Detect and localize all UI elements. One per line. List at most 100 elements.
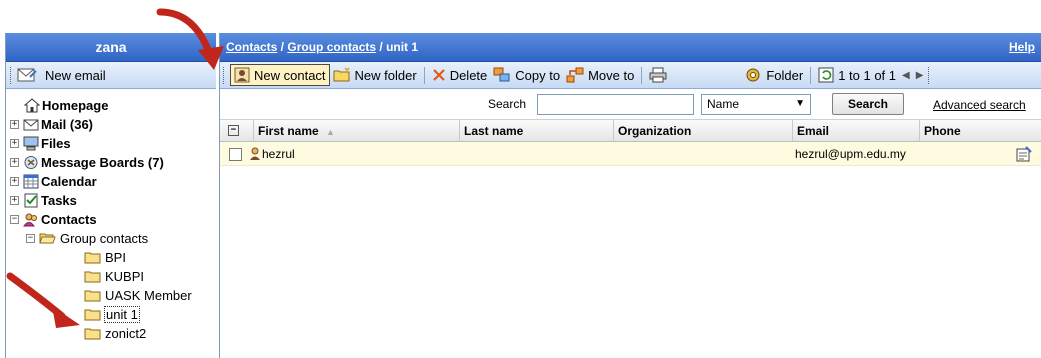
folder-button[interactable]: Folder <box>741 64 806 86</box>
prev-page-icon[interactable]: ◀ <box>902 70 910 81</box>
tree-item-group-selected[interactable]: unit 1 <box>6 305 216 324</box>
move-to-button[interactable]: Move to <box>563 64 637 86</box>
tree-label: KUBPI <box>105 269 145 284</box>
person-icon <box>250 147 260 160</box>
left-pane: zana New email Homepage + Mail (36) + Fi… <box>5 33 216 358</box>
tree-label: Tasks <box>41 193 77 208</box>
expand-icon[interactable]: + <box>10 139 19 148</box>
breadcrumb-contacts-link[interactable]: Contacts <box>226 40 277 54</box>
open-folder-icon <box>39 233 56 244</box>
toolbar-grip[interactable] <box>223 66 226 84</box>
toolbar-separator <box>423 66 425 84</box>
new-folder-icon <box>333 67 350 82</box>
main-toolbar: New contact New folder Delete Copy to Mo… <box>220 62 1041 89</box>
tree-item-tasks[interactable]: + Tasks <box>6 191 216 210</box>
message-board-icon <box>24 156 38 169</box>
folder-icon <box>84 290 101 302</box>
collapse-icon[interactable]: − <box>10 215 19 224</box>
tree-item-mail[interactable]: + Mail (36) <box>6 115 216 134</box>
expand-icon[interactable]: + <box>10 177 19 186</box>
expand-icon[interactable]: + <box>10 196 19 205</box>
folder-tree: Homepage + Mail (36) + Files + Message B… <box>6 89 216 343</box>
refresh-button[interactable]: 1 to 1 of 1 <box>815 64 899 86</box>
table-row[interactable]: hezrul hezrul@upm.edu.my <box>220 142 1041 166</box>
delete-label: Delete <box>449 67 488 83</box>
tasks-icon <box>24 193 38 208</box>
expand-icon[interactable]: + <box>10 158 19 167</box>
search-button[interactable]: Search <box>832 93 904 115</box>
breadcrumb-group-contacts-link[interactable]: Group contacts <box>287 40 376 54</box>
search-input[interactable] <box>537 93 694 115</box>
tree-label: Mail (36) <box>41 117 94 132</box>
collapse-icon[interactable]: − <box>26 234 35 243</box>
toolbar-grip[interactable] <box>10 66 13 84</box>
tree-label: Calendar <box>41 174 97 189</box>
copy-to-button[interactable]: Copy to <box>490 64 563 86</box>
calendar-icon <box>23 174 39 189</box>
help-link[interactable]: Help <box>1009 40 1035 54</box>
move-to-label: Move to <box>588 67 635 83</box>
mail-icon <box>23 119 39 131</box>
user-name-header: zana <box>6 33 216 62</box>
tree-label: Contacts <box>41 212 97 227</box>
search-row: Search Name ▼ Search Advanced search <box>220 89 1041 119</box>
toolbar-separator <box>641 66 643 84</box>
tree-label: zonict2 <box>105 326 147 341</box>
column-header-email[interactable]: Email <box>792 120 919 142</box>
envelope-icon <box>17 68 37 82</box>
computer-icon <box>23 136 39 151</box>
tree-item-group[interactable]: UASK Member <box>6 286 216 305</box>
contact-card-icon[interactable] <box>1016 146 1032 162</box>
column-header-phone[interactable]: Phone <box>919 120 1041 142</box>
new-folder-button[interactable]: New folder <box>330 64 420 86</box>
tree-label: Files <box>41 136 71 151</box>
expand-icon[interactable]: + <box>10 120 19 129</box>
tree-item-homepage[interactable]: Homepage <box>6 96 216 115</box>
next-page-icon[interactable]: ▶ <box>916 70 924 81</box>
column-label: First name <box>258 124 319 138</box>
tree-item-message-boards[interactable]: + Message Boards (7) <box>6 153 216 172</box>
column-header-last-name[interactable]: Last name <box>459 120 613 142</box>
house-icon <box>24 98 40 113</box>
new-contact-label: New contact <box>254 67 326 83</box>
new-contact-icon <box>234 67 250 83</box>
tree-item-group[interactable]: zonict2 <box>6 324 216 343</box>
pagination-text: 1 to 1 of 1 <box>838 67 897 83</box>
search-field-value: Name <box>707 97 740 111</box>
delete-icon <box>432 69 445 81</box>
breadcrumb-separator: / <box>376 40 387 54</box>
print-button[interactable] <box>646 64 670 86</box>
folder-label: Folder <box>766 67 804 83</box>
folder-icon <box>84 252 101 264</box>
breadcrumb-current: unit 1 <box>386 40 419 54</box>
advanced-search-link[interactable]: Advanced search <box>933 98 1026 112</box>
copy-to-label: Copy to <box>515 67 561 83</box>
tree-item-group[interactable]: KUBPI <box>6 267 216 286</box>
tree-item-files[interactable]: + Files <box>6 134 216 153</box>
breadcrumb: Contacts / Group contacts / unit 1 Help <box>220 33 1041 62</box>
tree-label: unit 1 <box>104 306 140 323</box>
row-checkbox[interactable] <box>229 148 242 161</box>
toolbar-grip[interactable] <box>928 66 931 84</box>
copy-to-icon <box>493 67 510 82</box>
gear-folder-icon <box>746 68 760 82</box>
select-all-icon[interactable]: − <box>228 125 239 136</box>
tree-label: BPI <box>105 250 126 265</box>
column-header-first-name[interactable]: First name ▲ <box>253 120 459 142</box>
new-contact-button[interactable]: New contact <box>230 64 330 86</box>
column-header-organization[interactable]: Organization <box>613 120 792 142</box>
tree-item-group[interactable]: BPI <box>6 248 216 267</box>
tree-item-group-contacts[interactable]: − Group contacts <box>6 229 216 248</box>
delete-button[interactable]: Delete <box>429 64 491 86</box>
folder-icon <box>84 271 101 283</box>
toolbar-separator <box>810 66 812 84</box>
folder-icon <box>84 328 101 340</box>
new-email-button[interactable]: New email <box>17 67 106 83</box>
search-label: Search <box>488 97 527 111</box>
dropdown-arrow-icon: ▼ <box>795 97 805 109</box>
table-header: − First name ▲ Last name Organization Em… <box>220 119 1041 142</box>
tree-item-calendar[interactable]: + Calendar <box>6 172 216 191</box>
tree-item-contacts[interactable]: − Contacts <box>6 210 216 229</box>
folder-icon <box>84 309 101 321</box>
search-field-select[interactable]: Name ▼ <box>701 93 811 115</box>
